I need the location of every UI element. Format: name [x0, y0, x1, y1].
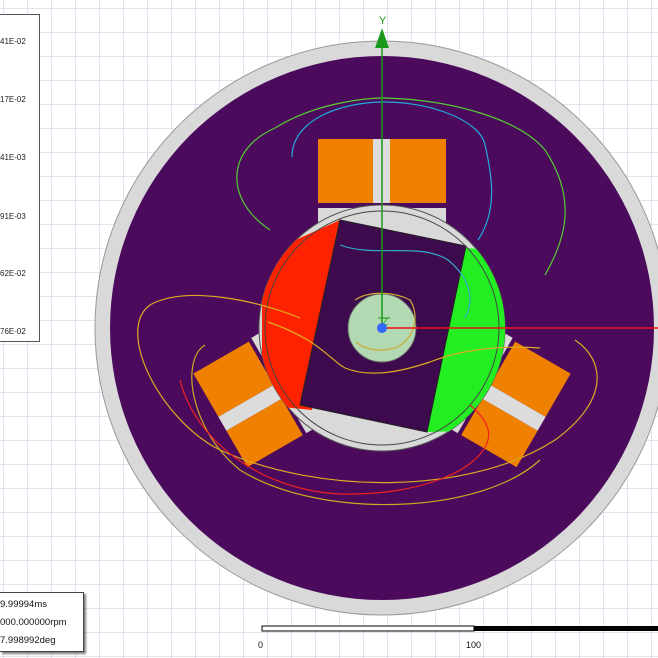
position-readout: 7.998992deg — [0, 635, 56, 646]
legend-label-3: 41E-03 — [0, 153, 26, 162]
legend-label-1: 41E-02 — [0, 37, 26, 46]
speed-readout: 000.000000rpm — [0, 617, 67, 628]
scale-tick-100: 100 — [466, 640, 482, 650]
scale-bar — [261, 625, 658, 632]
coil-top-left — [318, 139, 373, 203]
origin-point — [377, 323, 387, 333]
coil-top-right — [390, 139, 446, 203]
scale-bar-white — [261, 625, 475, 632]
scale-bar-black — [474, 626, 658, 631]
scale-tick-0: 0 — [258, 640, 264, 650]
legend-panel: 41E-02 17E-02 41E-03 91E-03 62E-02 76E-0… — [0, 14, 40, 342]
legend-label-5: 62E-02 — [0, 269, 26, 278]
y-axis-label: Y — [379, 15, 387, 27]
time-readout: 9.99994ms — [0, 599, 48, 610]
field-plot-viewport[interactable]: Y Z — [0, 0, 658, 658]
legend-label-6: 76E-02 — [0, 327, 26, 336]
legend-label-2: 17E-02 — [0, 95, 26, 104]
simulation-info-box: 9.99994ms 000.000000rpm 7.998992deg — [0, 592, 84, 652]
legend-label-4: 91E-03 — [0, 212, 26, 221]
